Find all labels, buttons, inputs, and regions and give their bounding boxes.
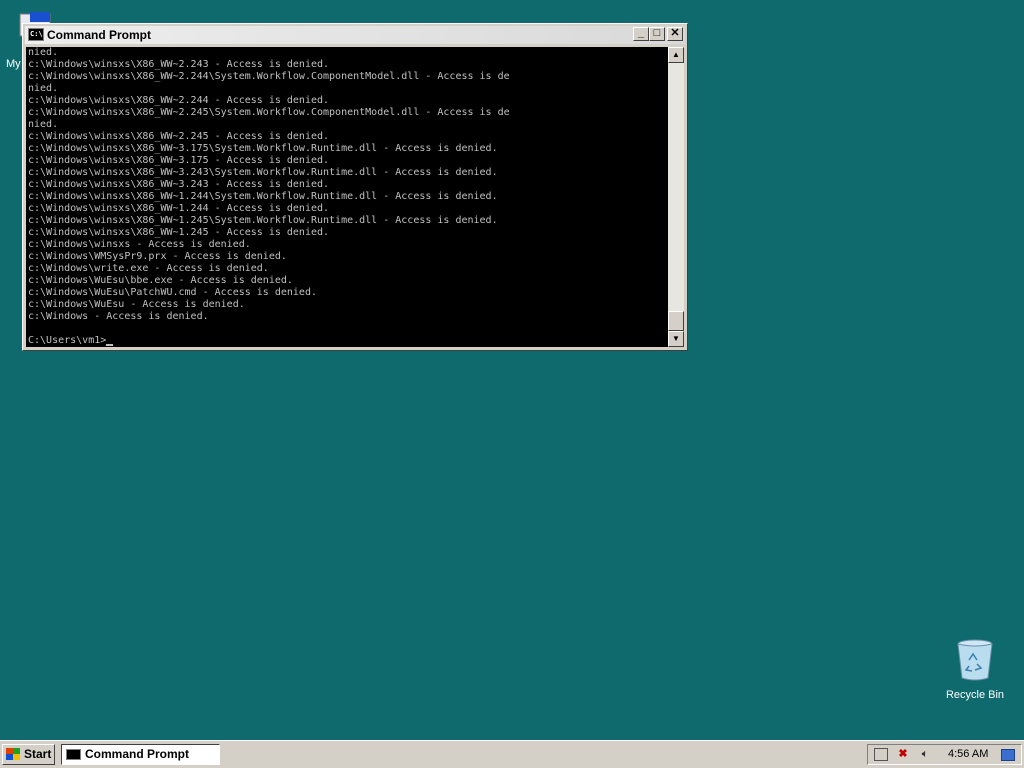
vertical-scrollbar[interactable]: ▲ ▼ — [668, 47, 684, 347]
console-line: c:\Windows\winsxs - Access is denied. — [28, 239, 251, 250]
console-line: nied. — [28, 47, 59, 58]
title-bar[interactable]: C:\ Command Prompt _ □ ✕ — [25, 26, 685, 44]
console-line: c:\Windows\WuEsu - Access is denied. — [28, 299, 245, 310]
console-line: c:\Windows\winsxs\X86_WW~3.175 - Access … — [28, 155, 330, 166]
console-line: c:\Windows\winsxs\X86_WW~2.245 - Access … — [28, 131, 330, 142]
recycle-bin-desktop-icon[interactable]: Recycle Bin — [940, 638, 1010, 701]
window-title: Command Prompt — [47, 28, 152, 42]
scroll-down-button[interactable]: ▼ — [668, 331, 684, 347]
console-line: c:\Windows\WMSysPr9.prx - Access is deni… — [28, 251, 287, 262]
text-cursor — [106, 344, 114, 346]
command-prompt-window[interactable]: C:\ Command Prompt _ □ ✕ nied. c:\Windows… — [22, 23, 688, 351]
console-line: c:\Windows\winsxs\X86_WW~2.244\System.Wo… — [28, 71, 510, 82]
taskbar-item-label: Command Prompt — [85, 747, 190, 761]
console-app-icon — [66, 749, 81, 760]
console-prompt-line[interactable]: C:\Users\vm1> — [28, 335, 668, 347]
console-line: c:\Windows\winsxs\X86_WW~1.245 - Access … — [28, 227, 330, 238]
network-icon[interactable] — [874, 748, 888, 761]
console-app-icon[interactable]: C:\ — [28, 28, 44, 41]
console-line: c:\Windows\winsxs\X86_WW~2.243 - Access … — [28, 59, 330, 70]
console-output[interactable]: nied. c:\Windows\winsxs\X86_WW~2.243 - Ac… — [26, 47, 668, 347]
taskbar-item-command-prompt[interactable]: Command Prompt — [61, 744, 220, 765]
my-computer-label: My — [6, 58, 21, 70]
console-line: nied. — [28, 83, 59, 94]
console-line: c:\Windows\WuEsu\bbe.exe - Access is den… — [28, 275, 293, 286]
console-prompt: C:\Users\vm1> — [28, 335, 107, 346]
console-line: c:\Windows\winsxs\X86_WW~3.243 - Access … — [28, 179, 330, 190]
taskbar: Start Command Prompt ✖ 🔈︎ 4:56 AM — [0, 740, 1024, 768]
console-line: c:\Windows\winsxs\X86_WW~1.244 - Access … — [28, 203, 330, 214]
show-desktop-icon[interactable] — [1001, 749, 1015, 761]
console-line: c:\Windows\winsxs\X86_WW~2.244 - Access … — [28, 95, 330, 106]
close-button[interactable]: ✕ — [667, 27, 683, 41]
recycle-bin-label: Recycle Bin — [945, 689, 1005, 701]
windows-logo-icon — [6, 748, 20, 760]
minimize-button[interactable]: _ — [633, 27, 649, 41]
scroll-thumb[interactable] — [668, 311, 684, 331]
security-alert-icon[interactable]: ✖ — [896, 748, 910, 761]
console-line: c:\Windows\write.exe - Access is denied. — [28, 263, 269, 274]
scroll-up-button[interactable]: ▲ — [668, 47, 684, 63]
console-line: c:\Windows\winsxs\X86_WW~3.175\System.Wo… — [28, 143, 498, 154]
start-button[interactable]: Start — [2, 744, 55, 765]
console-line: c:\Windows\winsxs\X86_WW~2.245\System.Wo… — [28, 107, 510, 118]
console-line: c:\Windows\WuEsu\PatchWU.cmd - Access is… — [28, 287, 317, 298]
start-label: Start — [24, 747, 52, 761]
console-line: c:\Windows\winsxs\X86_WW~1.245\System.Wo… — [28, 215, 498, 226]
console-line: c:\Windows - Access is denied. — [28, 311, 209, 322]
volume-icon[interactable]: 🔈︎ — [918, 748, 932, 761]
console-line: c:\Windows\winsxs\X86_WW~3.243\System.Wo… — [28, 167, 498, 178]
clock[interactable]: 4:56 AM — [948, 745, 988, 764]
maximize-button[interactable]: □ — [649, 27, 665, 41]
console-line: nied. — [28, 119, 59, 130]
recycle-bin-icon — [957, 639, 993, 681]
console-line: c:\Windows\winsxs\X86_WW~1.244\System.Wo… — [28, 191, 498, 202]
system-tray: ✖ 🔈︎ 4:56 AM — [867, 744, 1022, 765]
